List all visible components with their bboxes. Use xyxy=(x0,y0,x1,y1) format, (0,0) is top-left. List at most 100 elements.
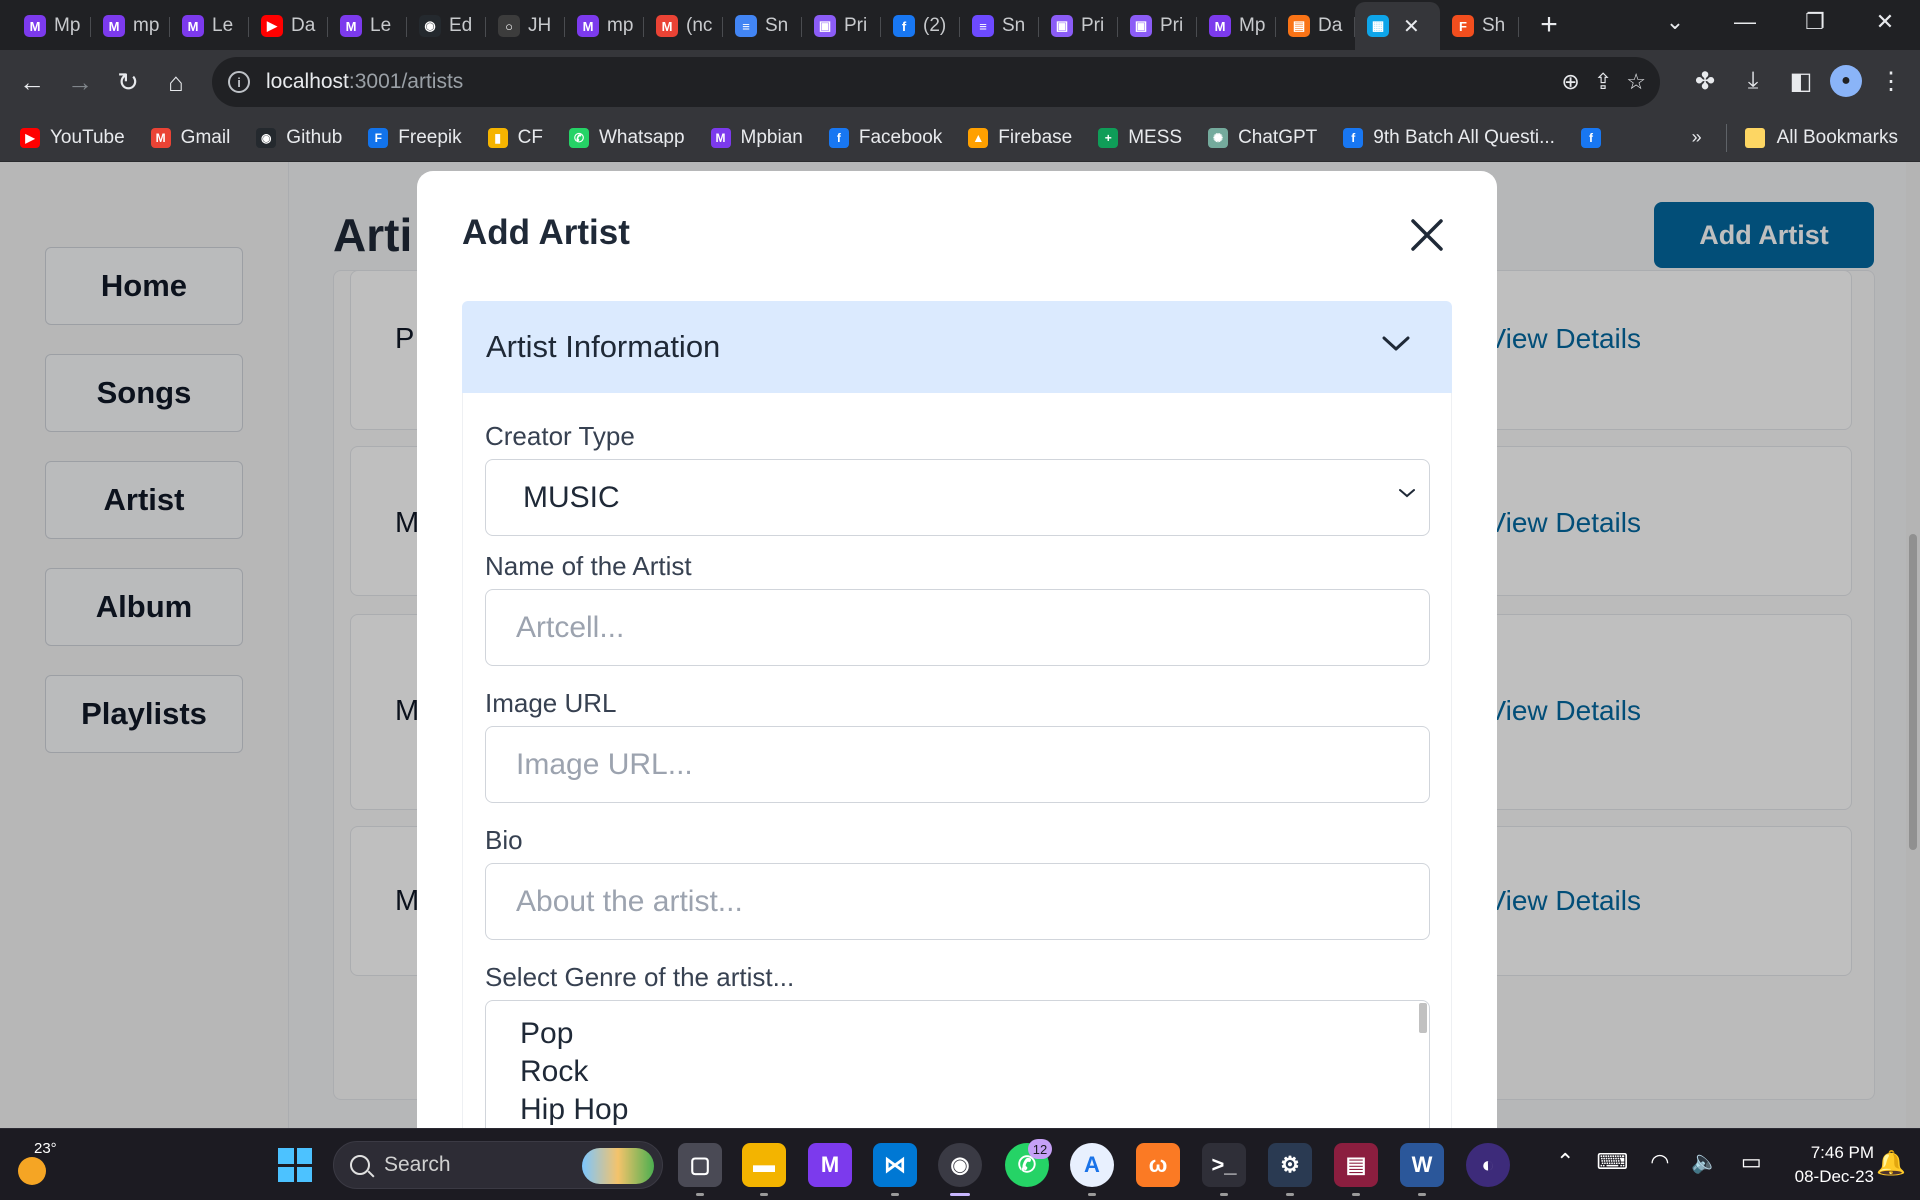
browser-tab[interactable]: ≡ Sn xyxy=(723,8,802,44)
browser-tab[interactable]: Mmp xyxy=(565,8,644,44)
browser-tab[interactable]: M Mp xyxy=(1197,8,1276,44)
bookmark-item[interactable]: ▮ CF xyxy=(487,127,543,149)
bookmark-item[interactable]: ▲ Firebase xyxy=(968,127,1072,149)
bookmark-item[interactable]: f 9th Batch All Questi... xyxy=(1343,127,1555,149)
bookmark-item[interactable]: ✆ Whatsapp xyxy=(568,127,685,149)
bookmark-item[interactable]: f xyxy=(1580,127,1611,148)
zoom-icon[interactable]: ⊕ xyxy=(1561,69,1579,95)
browser-app-icon[interactable]: ◐ xyxy=(1466,1143,1510,1187)
mpbian-app-icon[interactable]: M xyxy=(808,1143,852,1187)
browser-tab[interactable]: ▣ Pri xyxy=(802,8,881,44)
genre-option[interactable]: Hip Hop xyxy=(520,1091,1429,1128)
creator-type-label: Creator Type xyxy=(485,421,635,451)
tab-label: mp xyxy=(607,15,634,36)
bookmarks-overflow-button[interactable]: » xyxy=(1692,127,1702,148)
forward-button[interactable]: → xyxy=(56,58,104,106)
settings-gear-icon[interactable]: ⚙ xyxy=(1268,1143,1312,1196)
task-view-icon[interactable]: ▢ xyxy=(678,1143,722,1196)
vscode-icon[interactable]: ⋈ xyxy=(873,1143,917,1196)
bookmark-star-icon[interactable]: ☆ xyxy=(1626,69,1646,95)
wifi-icon[interactable]: ◠ xyxy=(1650,1149,1669,1175)
taskbar-search[interactable]: Search xyxy=(333,1141,663,1189)
winrar-icon[interactable]: ▤ xyxy=(1334,1143,1378,1196)
search-icon xyxy=(350,1155,370,1175)
window-close-button[interactable]: ✕ xyxy=(1850,9,1920,35)
keyboard-icon[interactable]: ⌨ xyxy=(1596,1149,1628,1175)
url-text[interactable]: localhost:3001/artists xyxy=(266,70,463,94)
browser-menu-icon[interactable]: ⋮ xyxy=(1872,58,1910,104)
new-tab-button[interactable]: + xyxy=(1529,7,1569,43)
site-info-icon[interactable]: i xyxy=(228,71,250,93)
home-button[interactable]: ⌂ xyxy=(152,58,200,106)
browser-tab[interactable]: ▶ Da xyxy=(249,8,328,44)
downloads-icon[interactable]: ⤓ xyxy=(1734,58,1772,104)
terminal-icon[interactable]: >_ xyxy=(1202,1143,1246,1196)
genre-option[interactable]: Rock xyxy=(520,1053,1429,1091)
browser-tab[interactable]: ○ JH xyxy=(486,8,565,44)
share-icon[interactable]: ⇪ xyxy=(1594,69,1612,95)
browser-tab[interactable]: ▣ Pri xyxy=(1039,8,1118,44)
word-icon[interactable]: W xyxy=(1400,1143,1444,1196)
browser-tab[interactable]: M Le xyxy=(170,8,249,44)
chevron-up-icon[interactable]: ⌃ xyxy=(1556,1149,1574,1175)
bookmark-item[interactable]: M Mpbian xyxy=(710,127,803,149)
windows-start-icon[interactable] xyxy=(278,1148,312,1182)
bookmark-label: ChatGPT xyxy=(1238,126,1318,148)
notification-bell-icon[interactable]: 🔔 xyxy=(1876,1149,1906,1177)
browser-tab[interactable]: F Sh xyxy=(1440,8,1519,44)
windows-taskbar: 23° Search ▢ ▬ M ⋈ ◉ ✆ 12 A ω >_ ⚙ ▤ W ◐… xyxy=(0,1128,1920,1200)
whatsapp-badge: 12 xyxy=(1028,1139,1052,1159)
bookmark-item[interactable]: M Gmail xyxy=(150,127,230,149)
browser-tab[interactable]: ◉ Ed xyxy=(407,8,486,44)
reload-button[interactable]: ↻ xyxy=(104,58,152,106)
modal-title: Add Artist xyxy=(462,213,630,252)
all-bookmarks-button[interactable]: All Bookmarks xyxy=(1777,127,1898,149)
browser-tab[interactable]: ≡ Sn xyxy=(960,8,1039,44)
genre-scrollbar[interactable] xyxy=(1419,1003,1427,1033)
browser-tab[interactable]: f (2) xyxy=(881,8,960,44)
browser-tab[interactable]: Mmp xyxy=(91,8,170,44)
bookmark-item[interactable]: f Facebook xyxy=(828,127,942,149)
browser-tab[interactable]: ▤ Da xyxy=(1276,8,1355,44)
browser-tab[interactable]: ▦ ✕ xyxy=(1355,2,1440,50)
creator-type-select[interactable]: MUSIC xyxy=(485,459,1430,536)
tab-favicon-icon: ≡ xyxy=(972,15,994,37)
artist-name-input[interactable]: Artcell... xyxy=(485,589,1430,666)
side-panel-icon[interactable]: ◧ xyxy=(1782,58,1820,104)
app-store-icon[interactable]: A xyxy=(1070,1143,1114,1196)
extensions-icon[interactable]: ✤ xyxy=(1686,58,1724,104)
tab-strip: M Mp Mmp M Le ▶ Da M Le ◉ Ed ○ JH Mmp M (nc ≡ Sn ▣ Pri f (2) ≡… xyxy=(0,0,1920,50)
tab-favicon-icon: ▦ xyxy=(1367,15,1389,37)
minimize-button[interactable]: — xyxy=(1710,9,1780,35)
browser-tab[interactable]: M (nc xyxy=(644,8,723,44)
bookmark-favicon-icon: ✺ xyxy=(1208,127,1229,148)
accordion-artist-information[interactable]: Artist Information xyxy=(462,301,1452,393)
restore-button[interactable]: ❐ xyxy=(1780,9,1850,35)
close-icon[interactable] xyxy=(1407,215,1447,255)
bookmark-item[interactable]: F Freepik xyxy=(368,127,462,149)
genre-multiselect[interactable]: Pop Rock Hip Hop xyxy=(485,1000,1430,1128)
file-explorer-icon[interactable]: ▬ xyxy=(742,1143,786,1196)
weather-widget[interactable]: 23° xyxy=(14,1140,58,1187)
bio-input[interactable]: About the artist... xyxy=(485,863,1430,940)
browser-tab[interactable]: M Le xyxy=(328,8,407,44)
bookmark-item[interactable]: ◉ Github xyxy=(256,127,342,149)
clock[interactable]: 7:46 PM 08-Dec-23 xyxy=(1750,1141,1874,1189)
bookmark-item[interactable]: ▶ YouTube xyxy=(20,127,125,149)
tab-search-icon[interactable]: ⌄ xyxy=(1640,9,1710,35)
bookmark-item[interactable]: + MESS xyxy=(1098,127,1182,149)
address-bar[interactable]: i localhost:3001/artists ⊕ ⇪ ☆ xyxy=(212,57,1660,107)
genre-option[interactable]: Pop xyxy=(520,1015,1429,1053)
image-url-input[interactable]: Image URL... xyxy=(485,726,1430,803)
browser-tab[interactable]: ▣ Pri xyxy=(1118,8,1197,44)
xampp-icon[interactable]: ω xyxy=(1136,1143,1180,1187)
bookmark-item[interactable]: ✺ ChatGPT xyxy=(1208,127,1317,149)
volume-icon[interactable]: 🔈 xyxy=(1691,1149,1718,1175)
browser-tab[interactable]: M Mp xyxy=(12,8,91,44)
chrome-icon[interactable]: ◉ xyxy=(938,1143,982,1196)
back-button[interactable]: ← xyxy=(8,58,56,106)
profile-avatar[interactable]: ● xyxy=(1830,65,1862,97)
tab-label: Pri xyxy=(1160,15,1184,36)
genre-label: Select Genre of the artist... xyxy=(485,962,795,992)
tab-close-icon[interactable]: ✕ xyxy=(1403,14,1420,39)
